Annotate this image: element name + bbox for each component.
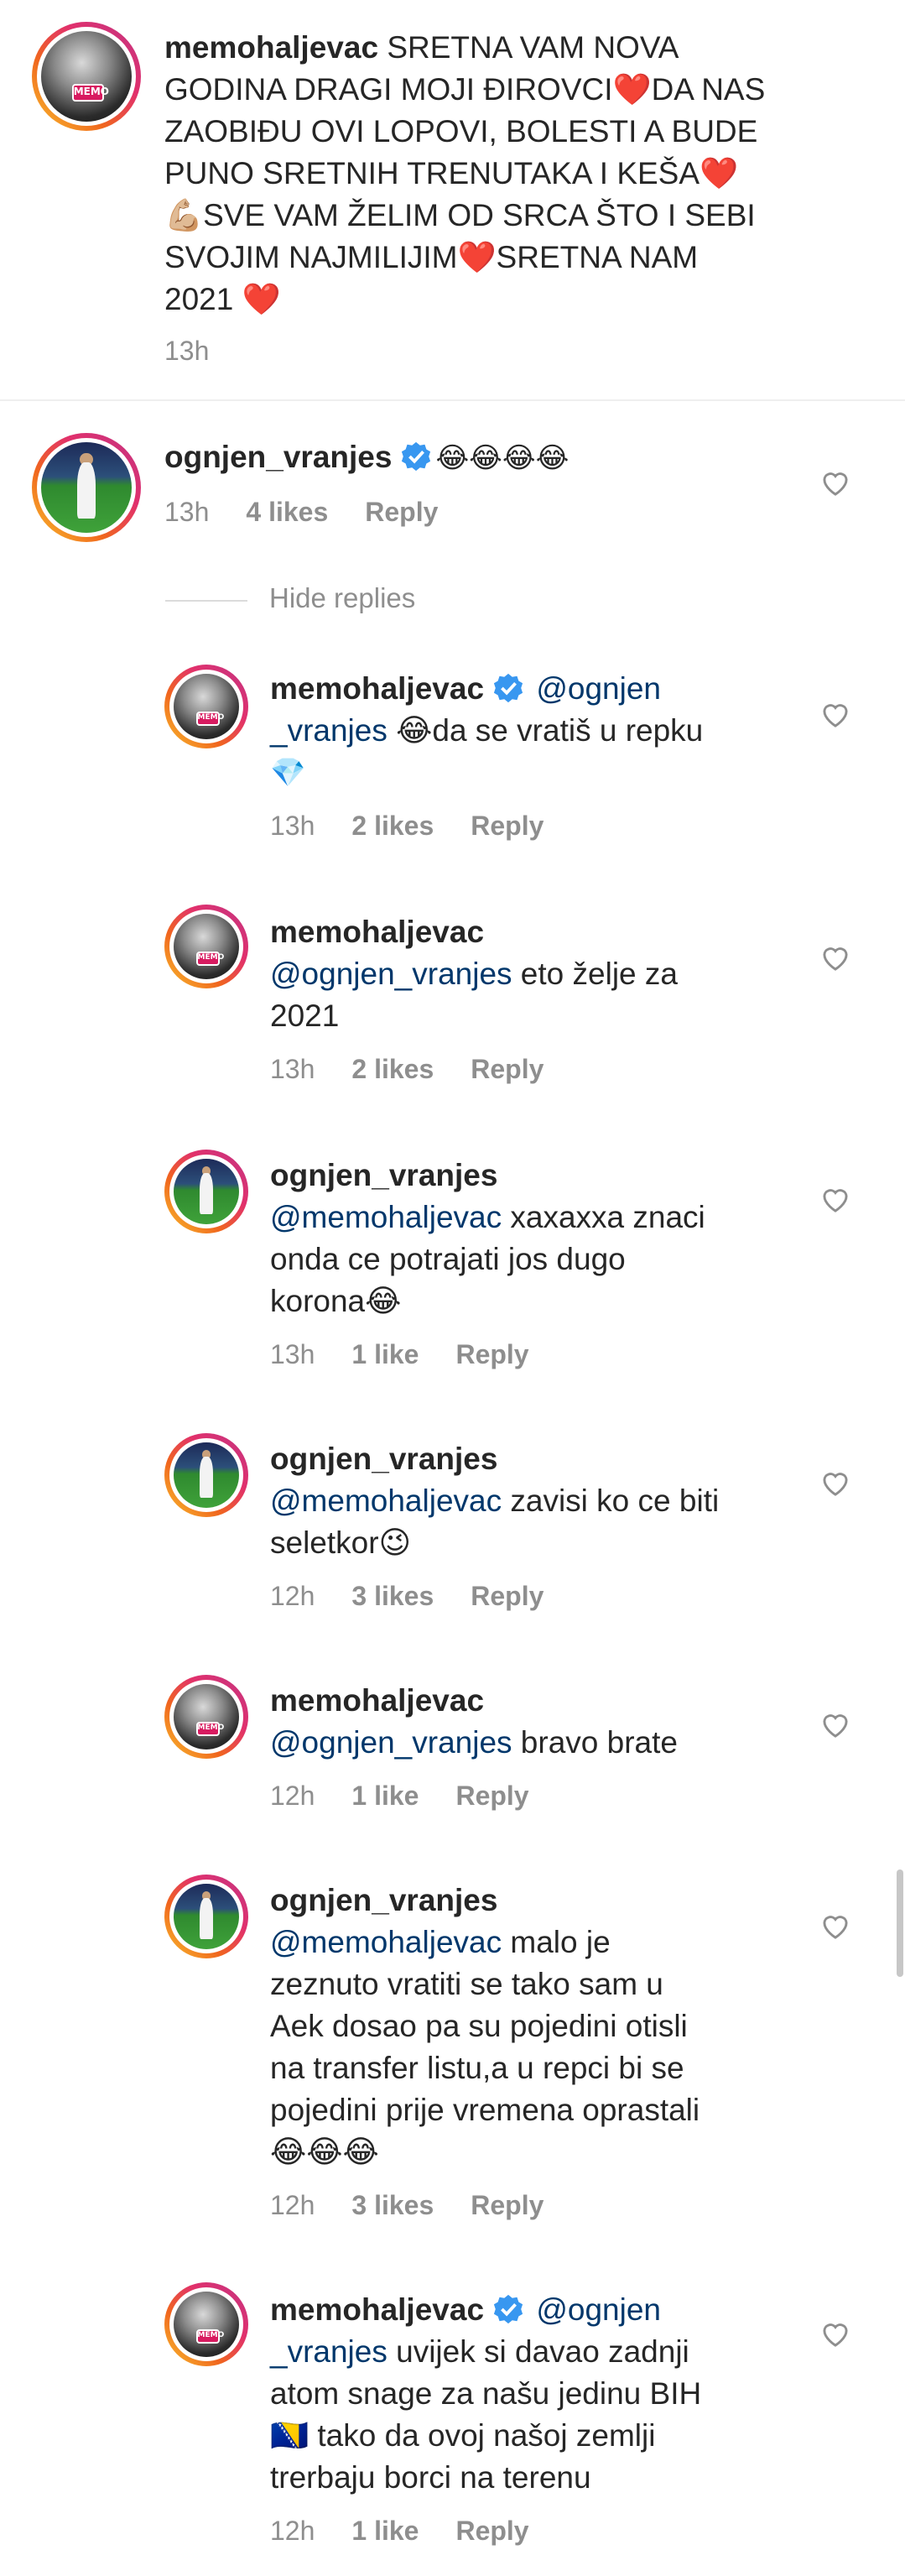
heart-icon[interactable] [820,1712,850,1739]
reply-meta: 12h 1 like Reply [270,2516,529,2546]
caption-time: 13h [164,336,210,366]
comment-username[interactable]: ognjen_vranjes [164,440,392,474]
heart-icon[interactable] [820,701,850,728]
reply-meta: 13h 2 likes Reply [270,1054,544,1084]
comment-meta: 13h 4 likes Reply [164,497,439,527]
verified-badge-icon [493,673,523,703]
reply-avatar[interactable] [164,1875,248,1958]
reply-meta: 12h 1 like Reply [270,1781,529,1811]
caption-avatar[interactable]: MEMO [32,22,141,131]
reply-button[interactable]: Reply [455,1781,528,1811]
reply-text: memohaljevac @ognjen _vranjes uvijek si … [270,2292,702,2495]
reply-avatar[interactable] [164,1433,248,1517]
reply-avatar[interactable]: MEMO [164,665,248,748]
comment-avatar[interactable] [32,433,141,542]
reply-avatar[interactable]: MEMO [164,905,248,988]
reply-text: ognjen_vranjes @memohaljevac malo je zez… [270,1883,700,2169]
avatar-tag: MEMO [71,83,109,102]
reply-text: memohaljevac @ognjen _vranjes 😂da se vra… [270,671,704,790]
reply-meta: 12h 3 likes Reply [270,1581,544,1611]
reply-button[interactable]: Reply [455,1339,528,1369]
verified-badge-icon [402,441,431,472]
reply-button[interactable]: Reply [455,2516,528,2546]
scrollbar[interactable] [897,1869,903,1977]
reply-avatar[interactable] [164,1150,248,1233]
caption-meta: 13h [164,336,246,367]
reply-meta: 13h 2 likes Reply [270,811,544,841]
reply-meta: 12h 3 likes Reply [270,2190,544,2220]
divider-line [165,600,247,602]
heart-icon[interactable] [820,2321,850,2348]
heart-icon[interactable] [820,1470,850,1497]
reply-text: memohaljevac @ognjen_vranjes eto želje z… [270,915,678,1033]
reply-meta: 13h 1 like Reply [270,1339,529,1369]
reply-text: ognjen_vranjes @memohaljevac xaxaxxa zna… [270,1158,705,1318]
reply-button[interactable]: Reply [471,1054,544,1084]
comment-text: ognjen_vranjes 😂😂😂😂 [164,440,570,475]
likes-count[interactable]: 4 likes [246,497,328,527]
reply-button[interactable]: Reply [471,1581,544,1611]
heart-icon[interactable] [820,945,850,972]
heart-icon[interactable] [820,1913,850,1940]
reply-text: ognjen_vranjes @memohaljevac zavisi ko c… [270,1442,720,1560]
verified-badge-icon [493,2294,523,2324]
reply-avatar[interactable]: MEMO [164,1675,248,1759]
caption-username[interactable]: memohaljevac [164,30,378,65]
heart-icon[interactable] [820,1186,850,1213]
reply-button[interactable]: Reply [365,497,438,527]
reply-button[interactable]: Reply [471,811,544,841]
post-caption: MEMO memohaljevac SRETNA VAM NOVA GODINA… [0,0,905,401]
reply-text: memohaljevac @ognjen_vranjes bravo brate [270,1683,678,1760]
caption-text: memohaljevac SRETNA VAM NOVA GODINA DRAG… [164,30,766,316]
reply-avatar[interactable]: MEMO [164,2282,248,2366]
reply-button[interactable]: Reply [471,2190,544,2220]
heart-icon[interactable] [820,470,850,497]
